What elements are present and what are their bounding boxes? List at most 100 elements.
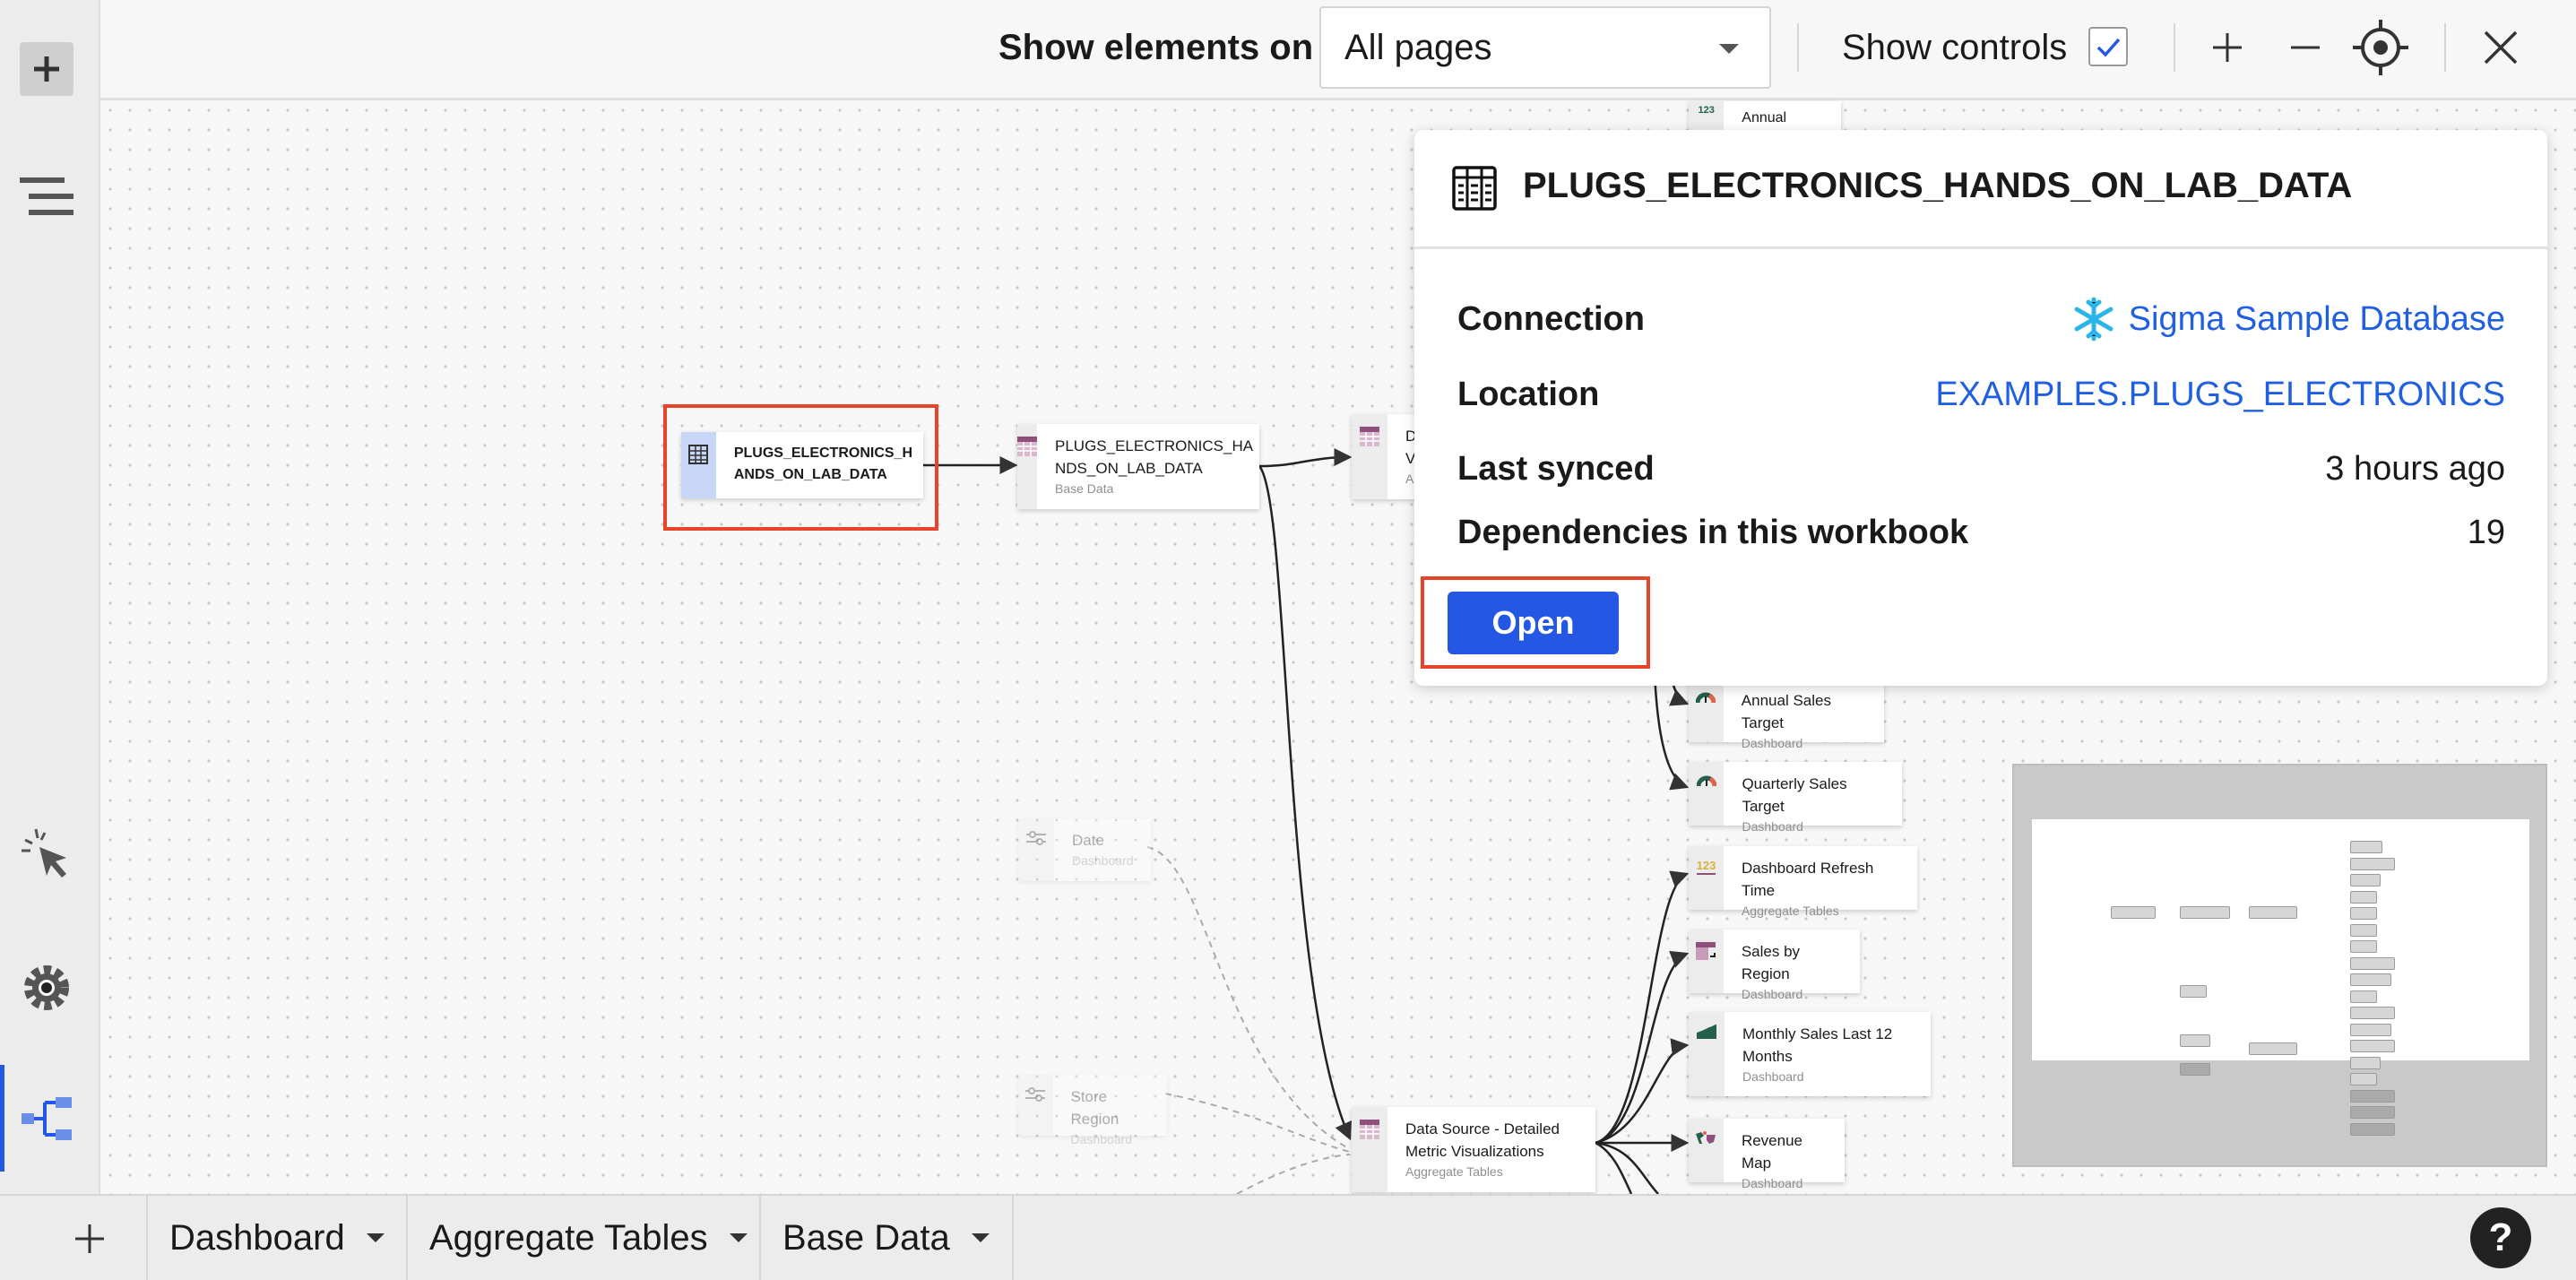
tab-base-data[interactable]: Base Data bbox=[761, 1196, 1014, 1280]
pivot-table-icon bbox=[1696, 942, 1716, 960]
show-controls-checkbox[interactable] bbox=[2088, 27, 2128, 66]
node-monthly-sales[interactable]: Monthly Sales Last 12 Months Dashboard bbox=[1689, 1012, 1931, 1096]
last-synced-row: Last synced 3 hours ago bbox=[1457, 446, 2505, 491]
node-title: NDS_ON_LAB_DATA bbox=[1055, 460, 1203, 477]
interactions-button[interactable] bbox=[20, 827, 73, 881]
filter-control-icon bbox=[1025, 1087, 1046, 1102]
left-sidebar bbox=[0, 0, 100, 1194]
location-label: Location bbox=[1457, 375, 1600, 413]
tab-aggregate-tables[interactable]: Aggregate Tables bbox=[408, 1196, 761, 1280]
show-elements-select[interactable]: All pages bbox=[1319, 6, 1771, 89]
node-title: Monthly Sales Last 12 bbox=[1742, 1025, 1893, 1042]
node-dashboard-refresh-time[interactable]: 123 Dashboard Refresh Time Aggregate Tabl… bbox=[1689, 846, 1917, 918]
tab-dashboard[interactable]: Dashboard bbox=[148, 1196, 408, 1280]
chevron-down-icon[interactable] bbox=[729, 1233, 748, 1242]
node-title: Months bbox=[1742, 1048, 1793, 1065]
minimap-node bbox=[2350, 1023, 2391, 1036]
minimap-node bbox=[2350, 857, 2395, 870]
minimap-node bbox=[2180, 1063, 2210, 1076]
node-data-source-detailed[interactable]: Data Source - Detailed Metric Visualizati… bbox=[1352, 1107, 1595, 1192]
check-icon bbox=[2096, 38, 2121, 57]
node-base-data[interactable]: PLUGS_ELECTRONICS_HA NDS_ON_LAB_DATA Base … bbox=[1017, 424, 1259, 509]
add-element-button[interactable] bbox=[20, 42, 73, 96]
edge bbox=[1595, 1141, 1633, 1194]
node-title: Date bbox=[1072, 832, 1104, 849]
node-title: Annual Sales Target bbox=[1741, 692, 1831, 731]
highlight-box bbox=[663, 404, 938, 531]
top-toolbar: Show elements on All pages Show controls bbox=[100, 0, 2576, 100]
recenter-icon[interactable] bbox=[2353, 20, 2408, 75]
minimap-node bbox=[2180, 906, 2230, 919]
dependencies-row: Dependencies in this workbook 19 bbox=[1457, 510, 2505, 555]
tab-label: Base Data bbox=[782, 1217, 950, 1258]
minimap-node bbox=[2350, 973, 2391, 986]
node-title: Revenue Map bbox=[1741, 1132, 1803, 1172]
minimap[interactable] bbox=[2012, 764, 2547, 1167]
highlight-box bbox=[1421, 576, 1650, 669]
help-button[interactable]: ? bbox=[2470, 1207, 2531, 1268]
add-page-icon[interactable] bbox=[73, 1223, 106, 1255]
node-title: Sales by Region bbox=[1741, 943, 1801, 982]
minimap-node bbox=[2350, 1040, 2395, 1052]
node-quarterly-sales-target[interactable]: Quarterly Sales Target Dashboard bbox=[1689, 762, 1902, 834]
minimap-node bbox=[2350, 1073, 2377, 1085]
snowflake-icon bbox=[2074, 297, 2114, 342]
edge-dashed bbox=[1164, 1093, 1351, 1153]
minimap-node bbox=[2350, 874, 2381, 886]
chevron-down-icon[interactable] bbox=[971, 1233, 990, 1242]
tab-label: Aggregate Tables bbox=[429, 1217, 708, 1258]
minimap-node bbox=[2350, 841, 2382, 853]
show-controls-label: Show controls bbox=[1842, 27, 2068, 67]
node-sales-by-region[interactable]: Sales by Region Dashboard bbox=[1689, 930, 1860, 1001]
filter-control-icon bbox=[1026, 831, 1046, 845]
dependencies-label: Dependencies in this workbook bbox=[1457, 513, 1969, 551]
table-icon bbox=[1017, 437, 1037, 456]
area-chart-icon bbox=[1697, 1025, 1716, 1039]
minimap-node bbox=[2249, 906, 2297, 919]
node-subtitle: Dashboard bbox=[1072, 853, 1134, 868]
page-tabs-bar: Dashboard Aggregate Tables Base Data bbox=[0, 1194, 2576, 1280]
node-title: Data Source - Detailed bbox=[1405, 1120, 1560, 1137]
gear-icon bbox=[24, 965, 69, 1010]
connection-link[interactable]: Sigma Sample Database bbox=[2071, 297, 2505, 342]
node-title: Dashboard Refresh Time bbox=[1741, 860, 1874, 899]
node-title: PLUGS_ELECTRONICS_HA bbox=[1055, 437, 1254, 454]
minimap-node bbox=[2350, 1056, 2381, 1069]
tab-label: Dashboard bbox=[169, 1217, 345, 1258]
edge bbox=[1258, 465, 1353, 1141]
minimap-node bbox=[2350, 956, 2395, 970]
node-subtitle: Base Data bbox=[1055, 481, 1114, 496]
zoom-out-icon[interactable] bbox=[2289, 31, 2321, 64]
minimap-node bbox=[2350, 1089, 2395, 1103]
location-link[interactable]: EXAMPLES.PLUGS_ELECTRONICS bbox=[1935, 376, 2505, 414]
node-subtitle: Dashboard bbox=[1742, 819, 1803, 834]
show-elements-value: All pages bbox=[1344, 27, 1492, 67]
node-title: Store Region bbox=[1070, 1088, 1119, 1128]
edge bbox=[1258, 448, 1353, 468]
minimap-node bbox=[2249, 1042, 2297, 1055]
divider bbox=[2444, 23, 2446, 72]
node-revenue-map[interactable]: Revenue Map Dashboard bbox=[1689, 1119, 1845, 1190]
node-store-region-control[interactable]: Store Region Dashboard bbox=[1018, 1075, 1167, 1146]
minimap-node bbox=[2350, 1007, 2395, 1019]
node-date-control[interactable]: Date Dashboard bbox=[1018, 818, 1151, 881]
node-subtitle: Dashboard bbox=[1741, 1176, 1803, 1190]
chevron-down-icon[interactable] bbox=[366, 1233, 385, 1242]
settings-button[interactable] bbox=[20, 961, 73, 1015]
active-indicator bbox=[0, 1065, 4, 1172]
map-icon bbox=[1696, 1131, 1716, 1144]
table-icon bbox=[1360, 427, 1379, 446]
connection-row: Connection Sigma Sample Database bbox=[1457, 297, 2505, 342]
edge bbox=[1595, 870, 1690, 1145]
location-row: Location EXAMPLES.PLUGS_ELECTRONICS bbox=[1457, 372, 2505, 417]
minimap-node bbox=[2180, 985, 2207, 998]
minimap-node bbox=[2350, 1106, 2395, 1119]
element-list-button[interactable] bbox=[20, 170, 73, 224]
number-icon: 123 bbox=[1696, 859, 1716, 875]
zoom-in-icon[interactable] bbox=[2211, 31, 2243, 64]
close-icon[interactable] bbox=[2483, 30, 2519, 65]
lineage-button[interactable] bbox=[20, 1092, 73, 1146]
minimap-node bbox=[2350, 923, 2377, 937]
chevron-down-icon bbox=[1719, 44, 1739, 54]
node-annual-sales-target[interactable]: Annual Sales Target Dashboard bbox=[1689, 679, 1884, 750]
